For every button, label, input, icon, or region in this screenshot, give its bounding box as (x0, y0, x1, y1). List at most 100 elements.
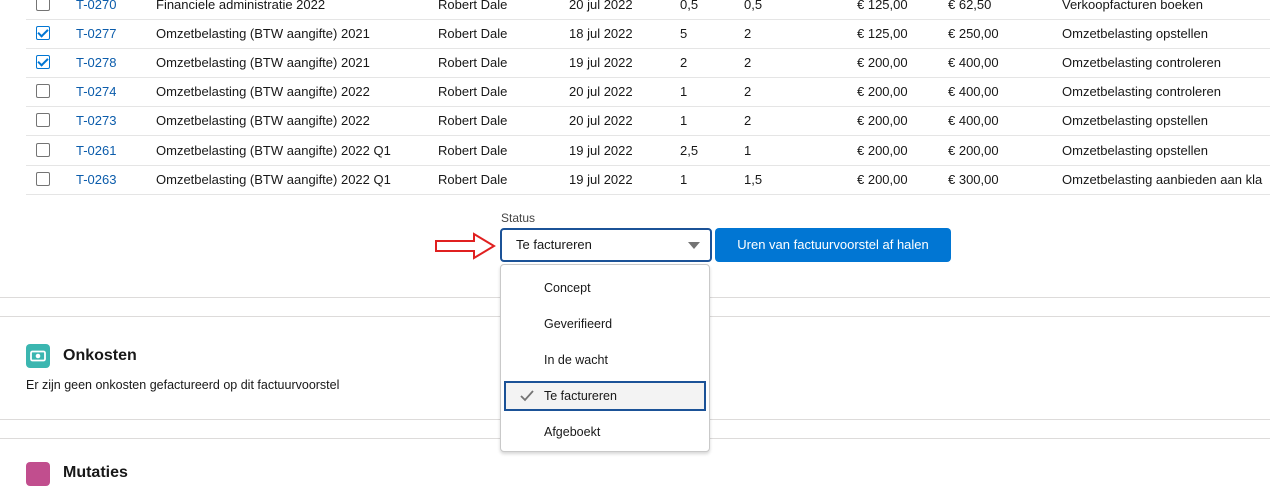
hours-cell: 1 (680, 113, 688, 128)
activity-cell: Omzetbelasting opstellen (1062, 143, 1208, 158)
status-label: Status (501, 211, 536, 225)
rate-cell: € 200,00 (857, 172, 908, 187)
rate-cell: € 200,00 (857, 84, 908, 99)
table-row[interactable]: T-0263 Omzetbelasting (BTW aangifte) 2022… (26, 165, 1270, 195)
amount-cell: € 300,00 (948, 172, 999, 187)
date-cell: 19 jul 2022 (569, 55, 633, 70)
row-checkbox[interactable] (36, 143, 50, 157)
status-select[interactable]: Te factureren (500, 228, 712, 262)
table-row[interactable]: T-0274 Omzetbelasting (BTW aangifte) 2022… (26, 77, 1270, 107)
row-checkbox[interactable] (36, 113, 50, 127)
status-option[interactable]: Afgeboekt (504, 417, 706, 447)
invoice-hours-cell: 2 (744, 26, 752, 41)
status-option[interactable]: Geverifieerd (504, 309, 706, 339)
employee-cell: Robert Dale (438, 26, 508, 41)
employee-cell: Robert Dale (438, 0, 508, 12)
annotation-arrow-icon (435, 232, 496, 260)
activity-cell: Omzetbelasting opstellen (1062, 26, 1208, 41)
check-icon (520, 390, 534, 402)
employee-cell: Robert Dale (438, 113, 508, 128)
description-cell: Omzetbelasting (BTW aangifte) 2022 (156, 113, 370, 128)
employee-cell: Robert Dale (438, 84, 508, 99)
row-checkbox[interactable] (36, 84, 50, 98)
time-entry-id-link[interactable]: T-0263 (76, 165, 116, 194)
status-dropdown-list: Concept Geverifieerd In de wacht Te facture… (500, 264, 710, 452)
amount-cell: € 400,00 (948, 55, 999, 70)
status-option-label: Afgeboekt (544, 425, 601, 439)
date-cell: 20 jul 2022 (569, 0, 633, 12)
description-cell: Financiele administratie 2022 (156, 0, 326, 12)
status-option[interactable]: In de wacht (504, 345, 706, 375)
rate-cell: € 200,00 (857, 113, 908, 128)
description-cell: Omzetbelasting (BTW aangifte) 2022 (156, 84, 370, 99)
employee-cell: Robert Dale (438, 55, 508, 70)
remove-hours-button[interactable]: Uren van factuurvoorstel af halen (715, 228, 951, 262)
rate-cell: € 125,00 (857, 0, 908, 12)
onkosten-empty-text: Er zijn geen onkosten gefactureerd op di… (26, 378, 340, 392)
amount-cell: € 400,00 (948, 84, 999, 99)
time-entry-id-link[interactable]: T-0277 (76, 19, 116, 48)
date-cell: 20 jul 2022 (569, 113, 633, 128)
time-entry-id-link[interactable]: T-0273 (76, 106, 116, 135)
invoice-hours-cell: 0,5 (744, 0, 763, 12)
hours-cell: 2,5 (680, 143, 699, 158)
activity-cell: Verkoopfacturen boeken (1062, 0, 1203, 12)
invoice-hours-cell: 2 (744, 113, 752, 128)
hours-cell: 1 (680, 84, 688, 99)
hours-cell: 2 (680, 55, 688, 70)
activity-cell: Omzetbelasting opstellen (1062, 113, 1208, 128)
activity-cell: Omzetbelasting controleren (1062, 55, 1221, 70)
employee-cell: Robert Dale (438, 143, 508, 158)
row-checkbox[interactable] (36, 0, 50, 11)
next-section-title: Mutaties (63, 464, 128, 481)
rate-cell: € 125,00 (857, 26, 908, 41)
time-entry-id-link[interactable]: T-0278 (76, 48, 116, 77)
status-option[interactable]: Concept (504, 273, 706, 303)
chevron-down-icon (688, 242, 700, 249)
status-option-label: Geverifieerd (544, 317, 613, 331)
amount-cell: € 400,00 (948, 113, 999, 128)
table-row[interactable]: T-0261 Omzetbelasting (BTW aangifte) 2022… (26, 136, 1270, 166)
amount-cell: € 62,50 (948, 0, 992, 12)
date-cell: 19 jul 2022 (569, 172, 633, 187)
table-row[interactable]: T-0278 Omzetbelasting (BTW aangifte) 2021… (26, 48, 1270, 78)
section-icon (26, 462, 50, 486)
table-row[interactable]: T-0277 Omzetbelasting (BTW aangifte) 2021… (26, 19, 1270, 49)
status-option[interactable]: Te factureren (504, 381, 706, 411)
time-entry-id-link[interactable]: T-0261 (76, 136, 116, 165)
rate-cell: € 200,00 (857, 143, 908, 158)
invoice-hours-cell: 2 (744, 84, 752, 99)
activity-cell: Omzetbelasting controleren (1062, 84, 1221, 99)
status-option-label: Te factureren (544, 389, 617, 403)
status-option-label: In de wacht (544, 353, 608, 367)
invoice-hours-cell: 1,5 (744, 172, 763, 187)
amount-cell: € 250,00 (948, 26, 999, 41)
hours-cell: 0,5 (680, 0, 699, 12)
hours-cell: 5 (680, 26, 688, 41)
date-cell: 19 jul 2022 (569, 143, 633, 158)
amount-cell: € 200,00 (948, 143, 999, 158)
description-cell: Omzetbelasting (BTW aangifte) 2021 (156, 55, 370, 70)
invoice-hours-cell: 1 (744, 143, 752, 158)
onkosten-title: Onkosten (63, 347, 137, 364)
date-cell: 20 jul 2022 (569, 84, 633, 99)
description-cell: Omzetbelasting (BTW aangifte) 2022 Q1 (156, 143, 391, 158)
table-row[interactable]: T-0273 Omzetbelasting (BTW aangifte) 2022… (26, 106, 1270, 136)
date-cell: 18 jul 2022 (569, 26, 633, 41)
status-select-value: Te factureren (516, 237, 592, 252)
activity-cell: Omzetbelasting aanbieden aan kla (1062, 172, 1263, 187)
hours-cell: 1 (680, 172, 688, 187)
employee-cell: Robert Dale (438, 172, 508, 187)
status-option-label: Concept (544, 281, 591, 295)
row-checkbox[interactable] (36, 172, 50, 186)
time-entry-id-link[interactable]: T-0274 (76, 77, 116, 106)
time-entry-id-link[interactable]: T-0270 (76, 0, 116, 19)
table-row[interactable]: T-0270 Financiele administratie 2022 Rober… (26, 0, 1270, 20)
description-cell: Omzetbelasting (BTW aangifte) 2021 (156, 26, 370, 41)
rate-cell: € 200,00 (857, 55, 908, 70)
description-cell: Omzetbelasting (BTW aangifte) 2022 Q1 (156, 172, 391, 187)
expense-icon (26, 344, 50, 368)
invoice-hours-cell: 2 (744, 55, 752, 70)
row-checkbox[interactable] (36, 55, 50, 69)
row-checkbox[interactable] (36, 26, 50, 40)
